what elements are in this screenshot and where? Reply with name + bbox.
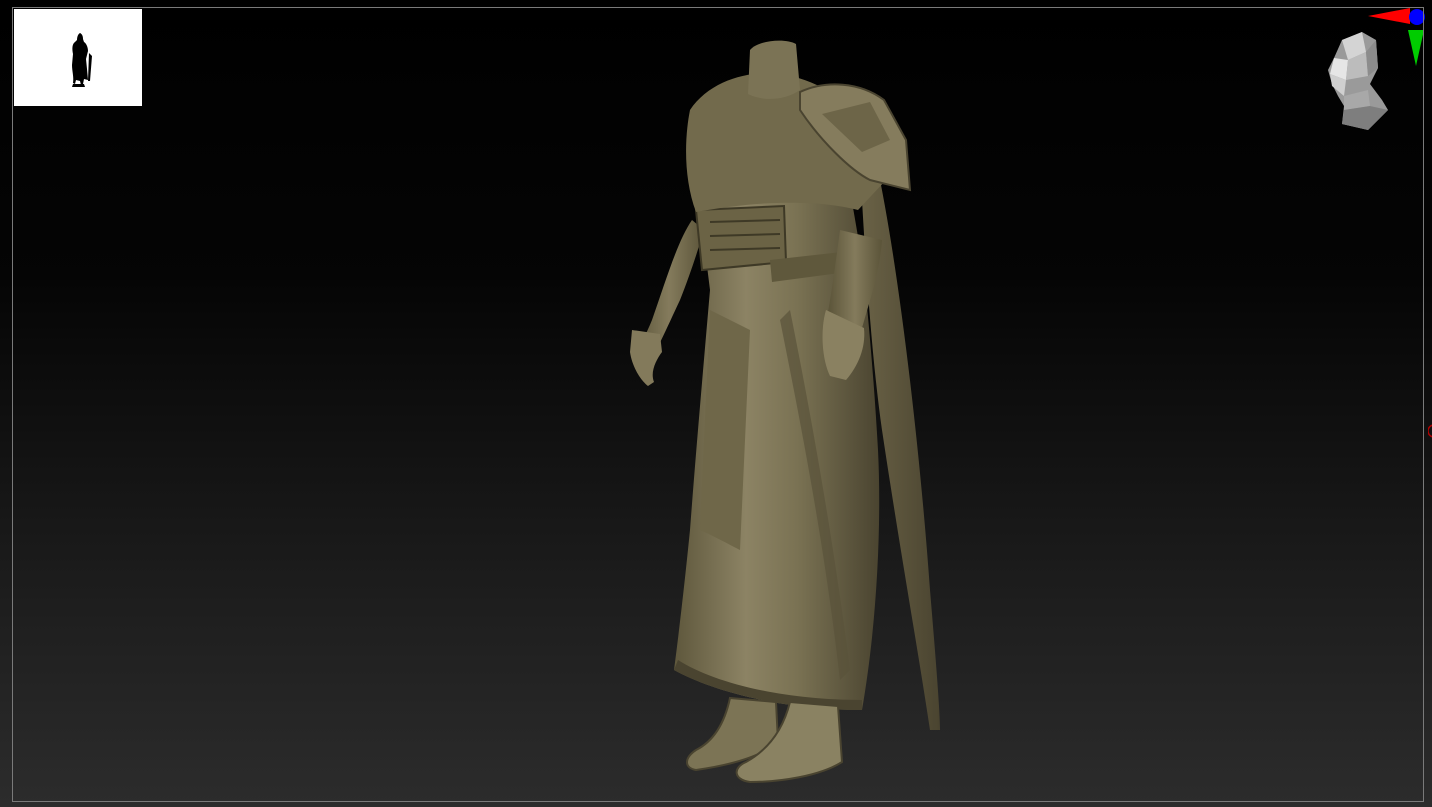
axis-y-icon[interactable] xyxy=(1408,30,1424,66)
left-hand xyxy=(630,330,662,386)
edge-marker-icon xyxy=(1428,424,1432,438)
navigator-thumbnail[interactable] xyxy=(14,9,142,106)
axis-x-icon[interactable] xyxy=(1368,8,1410,24)
collar xyxy=(748,40,800,99)
orientation-gizmo[interactable] xyxy=(1318,6,1430,136)
figure-silhouette-icon xyxy=(72,33,92,87)
orientation-head-icon[interactable] xyxy=(1328,32,1388,130)
sculpt-viewport[interactable] xyxy=(0,0,1432,807)
axis-z-icon[interactable] xyxy=(1409,9,1425,25)
sculpted-robed-figure[interactable] xyxy=(600,30,960,790)
